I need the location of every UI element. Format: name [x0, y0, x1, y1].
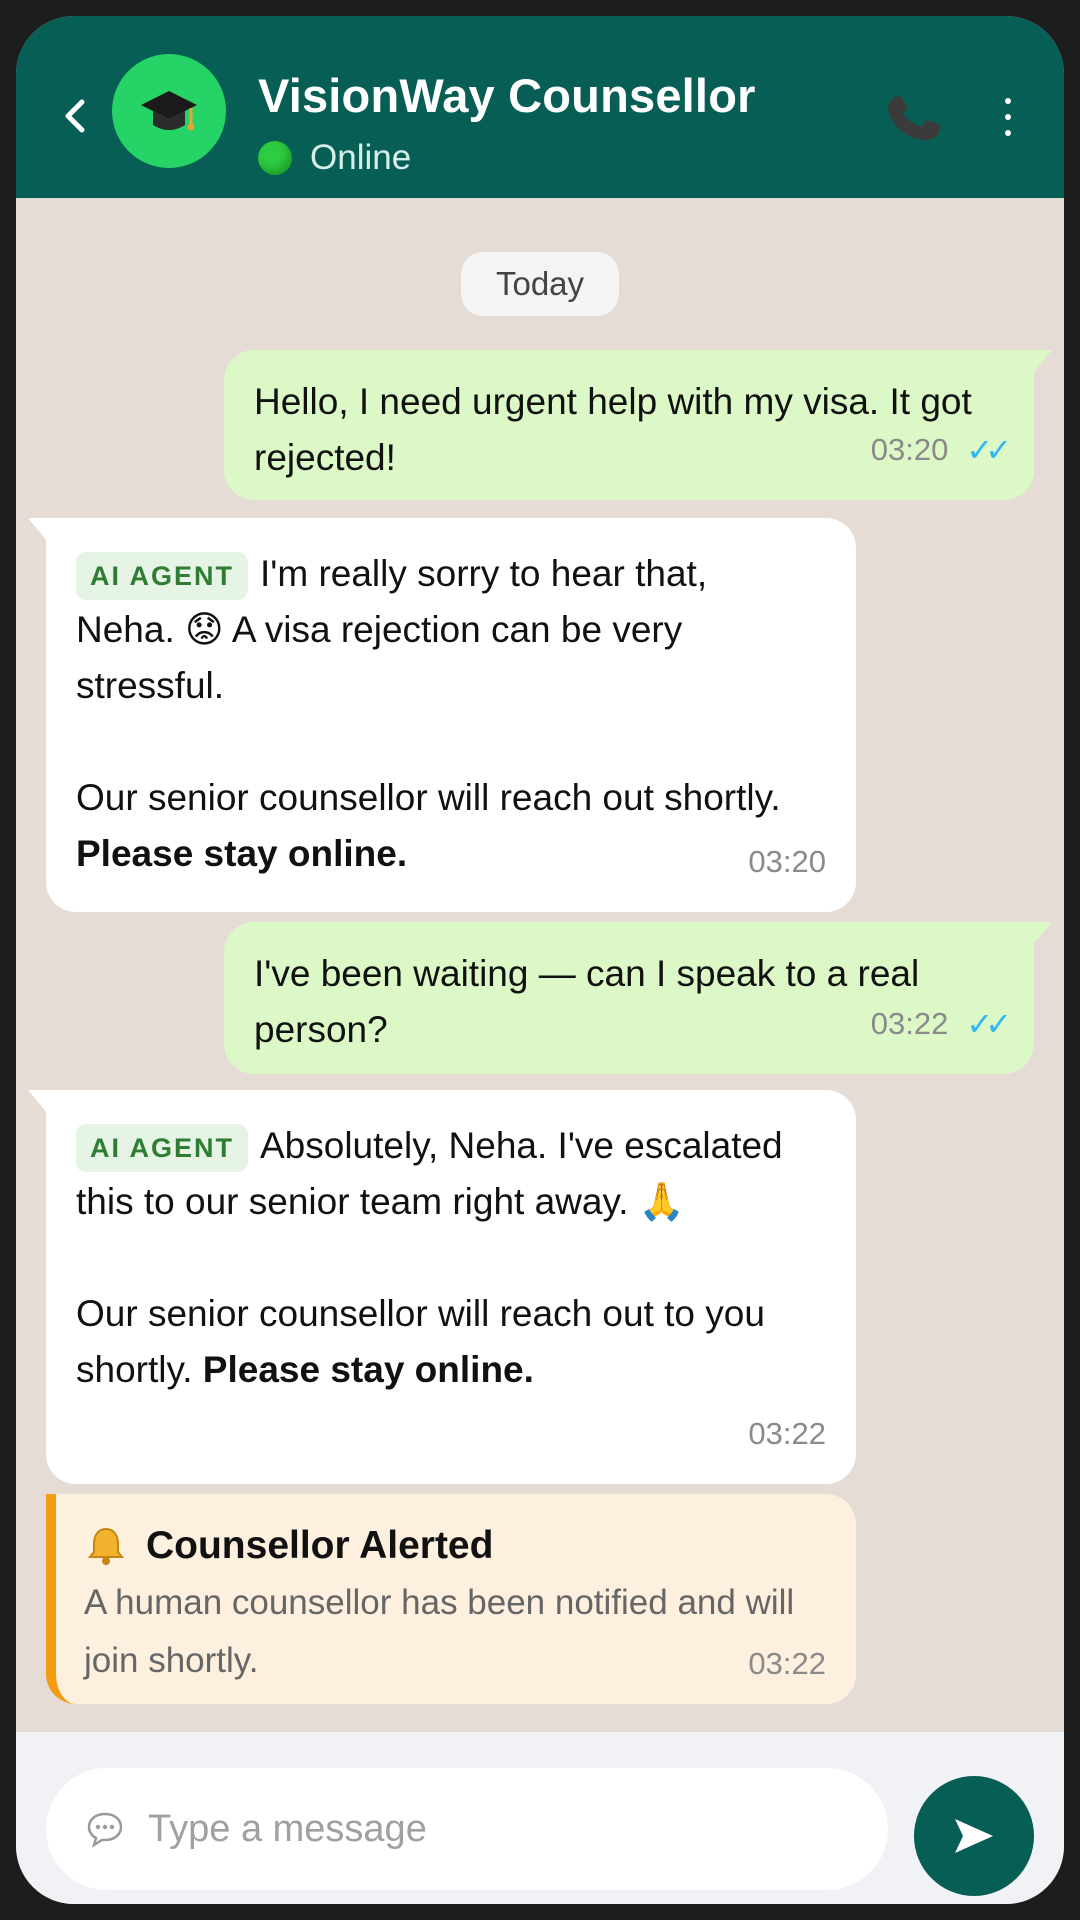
message-time: 03:22 — [870, 1006, 949, 1041]
ai-agent-badge: AI AGENT — [76, 552, 248, 601]
phone-call-icon[interactable] — [882, 86, 946, 150]
message-emphasis: Please stay online. — [76, 833, 408, 874]
message-meta: 03:22 — [748, 1406, 826, 1462]
alert-title-row: Counsellor Alerted — [84, 1518, 826, 1574]
read-receipt-icon: ✓✓ — [966, 1006, 1012, 1042]
message-emphasis: Please stay online. — [202, 1349, 534, 1390]
folded-hands-emoji: 🙏 — [638, 1181, 685, 1222]
message-text: AI AGENT I'm really sorry to hear that, N… — [76, 546, 806, 714]
send-icon — [955, 1819, 993, 1853]
speech-bubble-icon — [87, 1812, 123, 1848]
back-arrow-icon[interactable] — [56, 96, 96, 136]
worried-face-emoji: 😟 — [185, 609, 224, 650]
message-meta: 03:22 ✓✓ — [870, 996, 1012, 1052]
composer-bar — [16, 1732, 1064, 1904]
message-bubble-incoming[interactable]: AI AGENT I'm really sorry to hear that, N… — [28, 518, 856, 912]
bubble-tail — [1032, 922, 1052, 946]
bell-icon — [87, 1527, 125, 1565]
graduation-cap-icon — [141, 91, 197, 131]
contact-name[interactable]: VisionWay Counsellor — [258, 68, 756, 123]
chat-header: VisionWay Counsellor Online — [16, 16, 1064, 198]
message-meta: 03:22 — [748, 1646, 826, 1682]
alert-body: A human counsellor has been notified and… — [84, 1583, 795, 1680]
message-bubble-outgoing[interactable]: I've been waiting — can I speak to a rea… — [224, 922, 1052, 1074]
more-options-icon[interactable] — [1000, 98, 1016, 142]
read-receipt-icon: ✓✓ — [966, 432, 1012, 468]
message-bubble-incoming[interactable]: AI AGENT Absolutely, Neha. I've escalated… — [28, 1090, 856, 1484]
message-text-2: Our senior counsellor will reach out sho… — [76, 770, 816, 882]
ai-agent-badge: AI AGENT — [76, 1124, 248, 1173]
message-time: 03:22 — [748, 1646, 826, 1681]
message-time: 03:20 — [748, 844, 826, 879]
bubble-tail — [28, 518, 48, 542]
message-input-container[interactable] — [46, 1768, 888, 1890]
chat-screen: VisionWay Counsellor Online Today Hello,… — [16, 16, 1064, 1904]
send-button[interactable] — [914, 1776, 1034, 1896]
message-input[interactable] — [146, 1806, 850, 1852]
alert-title: Counsellor Alerted — [146, 1524, 494, 1567]
bubble-tail — [1032, 350, 1052, 374]
phone-frame: VisionWay Counsellor Online Today Hello,… — [0, 0, 1080, 1920]
message-time: 03:22 — [748, 1416, 826, 1451]
message-meta: 03:20 — [748, 834, 826, 890]
message-line: Our senior counsellor will reach out sho… — [76, 777, 781, 818]
counsellor-alert-card[interactable]: Counsellor Alerted A human counsellor ha… — [46, 1494, 856, 1704]
bubble-tail — [28, 1090, 48, 1114]
message-time: 03:20 — [870, 432, 949, 467]
status-text: Online — [310, 138, 412, 177]
message-bubble-outgoing[interactable]: Hello, I need urgent help with my visa. … — [224, 350, 1052, 500]
date-divider: Today — [461, 252, 619, 316]
presence-status: Online — [258, 138, 411, 178]
message-meta: 03:20 ✓✓ — [870, 422, 1012, 478]
message-text-2: Our senior counsellor will reach out to … — [76, 1286, 816, 1398]
online-dot-icon — [258, 141, 292, 175]
message-text: AI AGENT Absolutely, Neha. I've escalated… — [76, 1118, 806, 1230]
avatar[interactable] — [112, 54, 226, 168]
